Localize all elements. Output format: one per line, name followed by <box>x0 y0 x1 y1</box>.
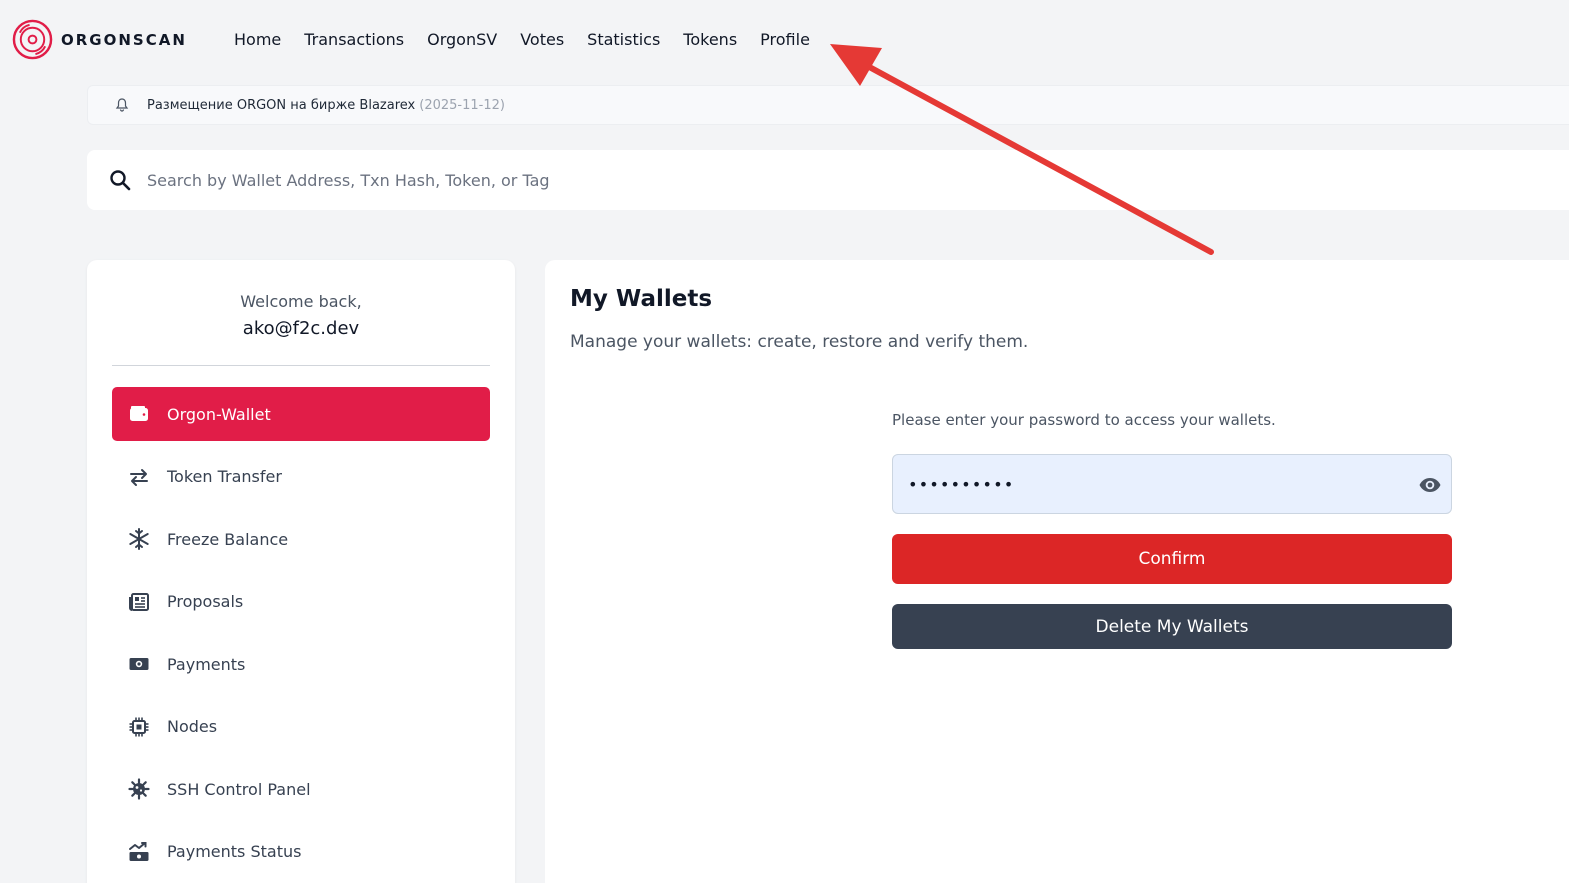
search-input[interactable] <box>147 170 1347 190</box>
password-input[interactable] <box>908 474 1398 494</box>
microchip-icon <box>128 716 150 738</box>
delete-wallets-button[interactable]: Delete My Wallets <box>892 604 1452 649</box>
nav-tokens[interactable]: Tokens <box>683 29 737 51</box>
transfer-arrows-icon <box>128 466 150 488</box>
divider <box>112 365 490 366</box>
sidebar-item-label: Payments <box>167 654 246 674</box>
sidebar-item-ssh-control-panel[interactable]: SSH Control Panel <box>112 762 490 816</box>
sidebar-item-orgon-wallet[interactable]: Orgon-Wallet <box>112 387 490 441</box>
virus-gear-icon <box>128 778 150 800</box>
sidebar-item-payments[interactable]: Payments <box>112 637 490 691</box>
sidebar-item-label: Payments Status <box>167 842 302 861</box>
sidebar-item-proposals[interactable]: Proposals <box>112 575 490 629</box>
welcome-block: Welcome back, ako@f2c.dev <box>87 292 515 339</box>
sidebar-item-label: Token Transfer <box>167 467 282 486</box>
brand-name: ORGONSCAN <box>61 30 187 49</box>
sidebar-item-freeze-balance[interactable]: Freeze Balance <box>112 512 490 566</box>
sidebar-item-label: Proposals <box>167 592 244 611</box>
nav-profile[interactable]: Profile <box>760 29 810 51</box>
bell-icon <box>115 98 129 112</box>
snowflake-icon <box>128 528 150 550</box>
money-chart-icon <box>128 841 150 863</box>
sidebar-item-payments-status[interactable]: Payments Status <box>112 825 490 879</box>
sidebar-item-label: SSH Control Panel <box>167 779 311 799</box>
nav-votes[interactable]: Votes <box>520 29 564 51</box>
wallet-icon <box>128 403 150 425</box>
sidebar-item-token-transfer[interactable]: Token Transfer <box>112 450 490 504</box>
top-navbar: ORGONSCAN Home Transactions OrgonSV Vote… <box>0 0 1569 80</box>
orgonscan-logo-icon <box>12 19 53 60</box>
sidebar-item-label: Nodes <box>167 717 218 736</box>
nav-home[interactable]: Home <box>234 29 281 51</box>
announcement-date: (2025-11-12) <box>419 97 505 113</box>
sidebar: Welcome back, ako@f2c.dev Orgon-Wallet T… <box>87 260 515 883</box>
newspaper-icon <box>128 591 150 613</box>
wallets-panel: My Wallets Manage your wallets: create, … <box>545 260 1569 883</box>
nav-orgonsv[interactable]: OrgonSV <box>427 29 497 51</box>
search-icon <box>110 170 131 191</box>
announcement-text: Размещение ORGON на бирже Blazarex <box>147 97 416 113</box>
main-nav: Home Transactions OrgonSV Votes Statisti… <box>234 29 833 51</box>
password-prompt: Please enter your password to access you… <box>892 411 1276 429</box>
nav-statistics[interactable]: Statistics <box>587 29 660 51</box>
page-title: My Wallets <box>570 286 713 312</box>
eye-icon[interactable] <box>1418 473 1442 497</box>
password-field-wrapper <box>892 454 1452 514</box>
logo[interactable]: ORGONSCAN <box>12 19 187 60</box>
welcome-text: Welcome back, <box>240 292 362 311</box>
page-subtitle: Manage your wallets: create, restore and… <box>570 332 1029 352</box>
search-bar <box>87 150 1569 210</box>
money-bill-icon <box>128 653 150 675</box>
sidebar-item-nodes[interactable]: Nodes <box>112 700 490 754</box>
sidebar-item-label: Freeze Balance <box>167 529 289 549</box>
confirm-button[interactable]: Confirm <box>892 534 1452 584</box>
sidebar-item-label: Orgon-Wallet <box>167 404 271 424</box>
sidebar-menu: Orgon-Wallet Token Transfer Freeze Balan… <box>112 387 490 883</box>
nav-transactions[interactable]: Transactions <box>304 29 404 51</box>
announcement-bar[interactable]: Размещение ORGON на бирже Blazarex (2025… <box>87 85 1569 125</box>
user-email: ako@f2c.dev <box>242 318 360 339</box>
